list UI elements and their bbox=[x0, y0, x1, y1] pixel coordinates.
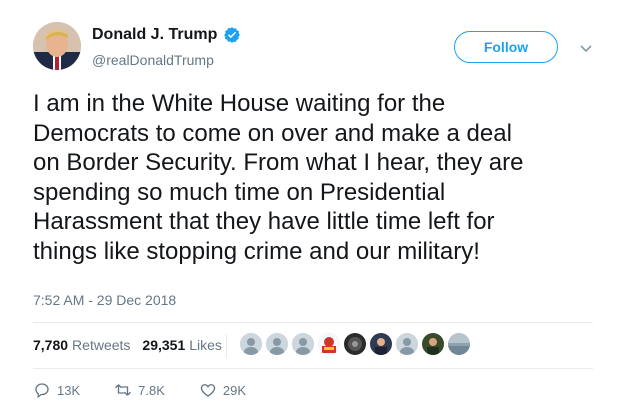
liker-avatar[interactable] bbox=[370, 333, 392, 355]
like-button[interactable]: 29K bbox=[199, 381, 246, 399]
liker-avatar[interactable] bbox=[266, 333, 288, 355]
liker-avatar[interactable] bbox=[422, 333, 444, 355]
tweet-actions: 13K 7.8K 29K bbox=[33, 381, 280, 399]
stats-separator bbox=[226, 334, 227, 358]
tweet-text: I am in the White House waiting for the … bbox=[33, 90, 524, 265]
tweet-card: Donald J. Trump @realDonaldTrump Follow … bbox=[0, 0, 624, 420]
author-handle[interactable]: @realDonaldTrump bbox=[92, 52, 214, 68]
liker-avatar[interactable] bbox=[240, 333, 262, 355]
retweets-count: 7,780 bbox=[33, 337, 69, 353]
chevron-down-icon[interactable] bbox=[578, 40, 594, 56]
likes-count: 29,351 bbox=[142, 337, 186, 353]
reply-icon bbox=[35, 383, 49, 399]
author-avatar[interactable] bbox=[33, 22, 81, 70]
tweet-stats: 7,780 Retweets 29,351 Likes bbox=[33, 337, 222, 353]
divider bbox=[33, 322, 593, 323]
heart-icon bbox=[200, 384, 216, 397]
verified-badge-icon bbox=[223, 26, 241, 44]
author-name[interactable]: Donald J. Trump bbox=[92, 26, 217, 44]
retweet-icon bbox=[115, 384, 132, 396]
divider bbox=[33, 368, 593, 369]
liker-avatar[interactable] bbox=[292, 333, 314, 355]
avatar-image bbox=[33, 22, 81, 70]
reply-count: 13K bbox=[57, 382, 81, 398]
likers-avatars bbox=[240, 333, 470, 355]
liker-avatar[interactable] bbox=[344, 333, 366, 355]
retweets-stat[interactable]: 7,780 Retweets bbox=[33, 337, 130, 353]
likes-stat[interactable]: 29,351 Likes bbox=[142, 337, 222, 353]
follow-button[interactable]: Follow bbox=[454, 31, 558, 63]
reply-button[interactable]: 13K bbox=[33, 381, 80, 399]
author-name-row: Donald J. Trump bbox=[92, 26, 241, 44]
likes-label: Likes bbox=[189, 337, 222, 353]
retweet-count: 7.8K bbox=[138, 382, 165, 398]
tweet-timestamp[interactable]: 7:52 AM - 29 Dec 2018 bbox=[33, 292, 176, 308]
like-count: 29K bbox=[222, 382, 247, 398]
liker-avatar[interactable] bbox=[448, 333, 470, 355]
liker-avatar[interactable] bbox=[396, 333, 418, 355]
liker-avatar[interactable] bbox=[318, 333, 340, 355]
retweet-button[interactable]: 7.8K bbox=[114, 381, 165, 399]
retweets-label: Retweets bbox=[72, 337, 131, 353]
